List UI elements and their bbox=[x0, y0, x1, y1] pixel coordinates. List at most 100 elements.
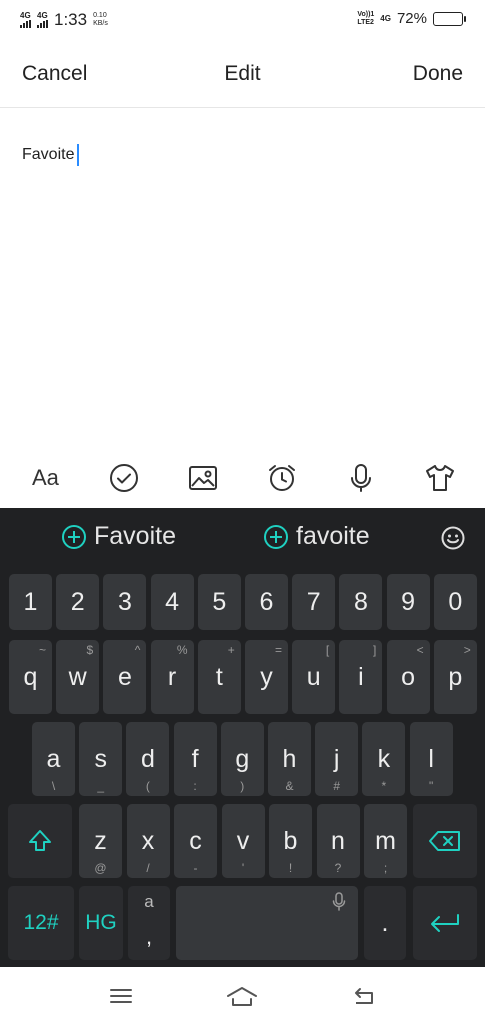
format-toolbar: Aa bbox=[0, 448, 485, 508]
volte-indicator: Vo))1 LTE2 bbox=[357, 10, 375, 26]
enter-key[interactable] bbox=[413, 886, 477, 960]
key-7[interactable]: 7 bbox=[292, 574, 336, 630]
key-secondary-symbol: _ bbox=[97, 779, 105, 793]
key-secondary-symbol: ] bbox=[373, 643, 377, 657]
note-text: Favoite bbox=[22, 146, 75, 163]
screen: 4G 4G 1:33 0.10 KB/s Vo))1 LTE2 4G 72% C… bbox=[0, 0, 485, 1024]
key-k[interactable]: k * bbox=[362, 722, 406, 796]
key-p[interactable]: p > bbox=[433, 640, 477, 714]
key-9[interactable]: 9 bbox=[386, 574, 430, 630]
key-d[interactable]: d( bbox=[126, 722, 170, 796]
key-l[interactable]: l " bbox=[409, 722, 453, 796]
key-secondary-symbol: [ bbox=[325, 643, 330, 657]
done-button[interactable]: Done bbox=[413, 62, 463, 86]
key-j[interactable]: j # bbox=[315, 722, 359, 796]
key-secondary-symbol: ~ bbox=[38, 643, 46, 657]
microphone-icon[interactable] bbox=[341, 458, 381, 498]
key-secondary-symbol: % bbox=[176, 643, 188, 657]
key-v[interactable]: v ' bbox=[221, 804, 265, 878]
key-z[interactable]: z @ bbox=[79, 804, 122, 878]
theme-shirt-icon[interactable] bbox=[420, 458, 460, 498]
key-x[interactable]: x / bbox=[126, 804, 170, 878]
backspace-icon bbox=[429, 831, 460, 851]
key-c[interactable]: c- bbox=[174, 804, 217, 878]
key-secondary-symbol: & bbox=[285, 779, 294, 793]
key-secondary-symbol: ^ bbox=[134, 643, 141, 657]
status-bar: 4G 4G 1:33 0.10 KB/s Vo))1 LTE2 4G 72% bbox=[0, 0, 485, 38]
note-text-field[interactable]: Favoite bbox=[22, 144, 80, 166]
enter-icon bbox=[431, 914, 459, 932]
key-w[interactable]: w $ bbox=[56, 640, 100, 714]
key-5[interactable]: 5 bbox=[197, 574, 241, 630]
period-key[interactable]: . bbox=[364, 886, 406, 960]
space-key[interactable] bbox=[176, 886, 358, 960]
key-y[interactable]: y = bbox=[245, 640, 288, 714]
menu-icon[interactable] bbox=[101, 981, 141, 1011]
battery-percent: 72% bbox=[396, 10, 427, 27]
key-b[interactable]: b! bbox=[269, 804, 312, 878]
back-icon[interactable] bbox=[344, 981, 384, 1011]
key-8[interactable]: 8 bbox=[339, 574, 383, 630]
key-t[interactable]: t + bbox=[197, 640, 241, 714]
key-secondary-symbol: ' bbox=[241, 861, 245, 875]
key-g[interactable]: g) bbox=[220, 722, 264, 796]
microphone-icon bbox=[332, 892, 346, 911]
font-size-icon[interactable]: Aa bbox=[25, 458, 65, 498]
key-secondary-symbol: $ bbox=[86, 643, 94, 657]
key-3[interactable]: 3 bbox=[103, 574, 147, 630]
home-icon[interactable] bbox=[222, 981, 262, 1011]
key-u[interactable]: u[ bbox=[292, 640, 336, 714]
letter-row-3: z @ x / c - v ' b! n? m; bbox=[0, 804, 485, 878]
cancel-button[interactable]: Cancel bbox=[22, 62, 87, 86]
key-f[interactable]: f: bbox=[173, 722, 217, 796]
image-icon[interactable] bbox=[183, 458, 223, 498]
language-key[interactable]: HG bbox=[79, 886, 123, 960]
alarm-icon[interactable] bbox=[262, 458, 302, 498]
letter-row-2: a \ s _ d(f: g) h & j # k * l " bbox=[0, 722, 485, 796]
key-m[interactable]: m; bbox=[364, 804, 407, 878]
key-secondary-symbol: ! bbox=[288, 861, 293, 875]
network-type-1: 4G bbox=[20, 11, 31, 20]
key-secondary-symbol: ( bbox=[145, 779, 150, 793]
add-word-icon bbox=[264, 524, 288, 549]
key-r[interactable]: r% bbox=[150, 640, 194, 714]
key-q[interactable]: q ~ bbox=[9, 640, 52, 714]
checkbox-icon[interactable] bbox=[104, 458, 144, 498]
key-secondary-symbol: + bbox=[227, 643, 235, 657]
key-secondary-symbol: / bbox=[146, 861, 150, 875]
suggestion-item[interactable]: Favoite bbox=[62, 522, 176, 551]
key-secondary-symbol: - bbox=[193, 861, 198, 875]
text-caret bbox=[77, 144, 80, 166]
letter-row-1: q ~ w $ e ^ r% t + y = u[i] o < p > bbox=[0, 640, 485, 714]
key-0[interactable]: 0 bbox=[433, 574, 477, 630]
key-secondary-symbol: ? bbox=[334, 861, 342, 875]
emoji-icon[interactable] bbox=[441, 526, 465, 550]
signal-bars-icon bbox=[37, 20, 48, 28]
signal-bars-icon bbox=[20, 20, 31, 28]
symbols-key[interactable]: 12# bbox=[8, 886, 74, 960]
note-editor[interactable]: Favoite bbox=[0, 108, 485, 448]
key-s[interactable]: s _ bbox=[79, 722, 123, 796]
backspace-key[interactable] bbox=[413, 804, 477, 878]
key-secondary-symbol: @ bbox=[94, 861, 107, 875]
key-6[interactable]: 6 bbox=[245, 574, 288, 630]
key-secondary-symbol: = bbox=[274, 643, 282, 657]
key-n[interactable]: n? bbox=[316, 804, 360, 878]
comma-key[interactable]: a , bbox=[128, 886, 170, 960]
key-4[interactable]: 4 bbox=[150, 574, 194, 630]
add-word-icon bbox=[62, 524, 86, 549]
suggestion-item[interactable]: favoite bbox=[264, 522, 370, 551]
network-type-right: 4G bbox=[380, 14, 391, 23]
key-secondary-symbol: " bbox=[428, 779, 434, 793]
key-o[interactable]: o < bbox=[386, 640, 430, 714]
clock: 1:33 bbox=[54, 10, 88, 29]
shift-key[interactable] bbox=[8, 804, 72, 878]
key-i[interactable]: i] bbox=[339, 640, 383, 714]
data-speed: 0.10 KB/s bbox=[93, 12, 108, 27]
key-h[interactable]: h & bbox=[268, 722, 311, 796]
key-e[interactable]: e ^ bbox=[103, 640, 147, 714]
key-secondary-symbol: * bbox=[381, 779, 387, 793]
key-a[interactable]: a \ bbox=[32, 722, 75, 796]
key-2[interactable]: 2 bbox=[56, 574, 100, 630]
key-1[interactable]: 1 bbox=[9, 574, 52, 630]
